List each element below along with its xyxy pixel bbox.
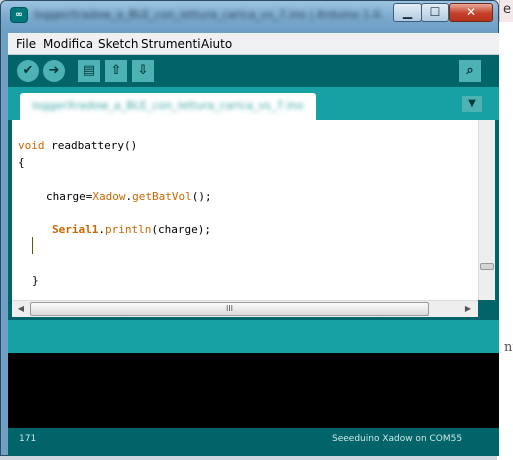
open-button[interactable]: ⇧ [105,60,127,82]
window-title: logger/tradow_a_BLE_con_lettura_carica_v… [34,8,384,21]
code-line: charge=Xadow.getBatVol(); [46,190,212,203]
code-function: println [104,223,152,236]
code-line: Serial1.println(charge); [52,223,211,236]
code-line: } [32,274,39,287]
code-text: (); [191,190,212,203]
check-icon: ✔ [22,63,34,78]
code-editor[interactable]: void readbattery() { charge=Xadow.getBat… [12,120,478,300]
tab-sketch[interactable]: loggerXradow_a_BLE_con_lettura_carica_vs… [20,93,316,120]
menu-aiuto[interactable]: Aiuto [201,37,232,51]
menu-sketch[interactable]: Sketch [98,37,138,51]
code-line: { [18,156,25,169]
chevron-down-icon: ▼ [468,98,476,109]
serial-monitor-button[interactable]: ⌕ [459,60,481,82]
menu-bar: File Modifica Sketch Strumenti Aiuto [8,33,499,55]
upload-button[interactable]: ➜ [43,60,65,82]
infinity-logo-icon[interactable]: ∞ [10,7,28,23]
new-button[interactable]: ▤ [78,60,100,82]
arrow-right-icon: ➜ [48,63,60,78]
code-text: . [98,223,105,236]
message-area [8,320,499,353]
code-keyword: void [18,139,45,152]
save-arrow-down-icon: ⇩ [137,63,149,78]
tab-label: loggerXradow_a_BLE_con_lettura_carica_vs… [32,99,304,112]
console-output[interactable] [8,353,499,428]
code-object: Xadow [92,190,126,203]
background-window [497,0,513,460]
board-port-info: Seeeduino Xadow on COM55 [332,434,463,444]
maximize-button[interactable]: ☐ [421,3,449,22]
background-text: nt [504,340,513,355]
code-text: readbattery() [44,139,138,152]
minimize-button[interactable]: ▁ [393,3,422,22]
vertical-scrollbar[interactable] [478,120,495,300]
code-function: getBatVol [132,190,192,203]
vertical-scroll-thumb[interactable] [480,263,494,270]
new-file-icon: ▤ [82,63,96,78]
verify-button[interactable]: ✔ [17,60,39,82]
tab-menu-button[interactable]: ▼ [462,96,482,112]
serial-monitor-icon: ⌕ [466,63,474,78]
line-number: 171 [19,434,37,444]
code-text: (charge); [151,223,211,236]
menu-file[interactable]: File [16,37,36,51]
code-text: charge= [46,190,93,203]
close-button[interactable]: ✕ [449,3,493,22]
toolbar: ✔ ➜ ▤ ⇧ ⇩ ⌕ [8,56,499,87]
code-object: Serial1 [52,223,99,236]
code-line: void readbattery() [18,139,137,152]
text-caret [32,237,33,254]
grip-icon: III [225,304,234,313]
open-arrow-up-icon: ⇧ [110,63,122,78]
scroll-right-arrow-icon[interactable]: ▶ [461,302,475,316]
background-text: e [503,2,511,17]
menu-modifica[interactable]: Modifica [43,37,93,51]
save-button[interactable]: ⇩ [132,60,154,82]
horizontal-scroll-thumb[interactable]: III [30,302,429,316]
menu-strumenti[interactable]: Strumenti [141,37,201,51]
scroll-left-arrow-icon[interactable]: ◀ [14,302,28,316]
